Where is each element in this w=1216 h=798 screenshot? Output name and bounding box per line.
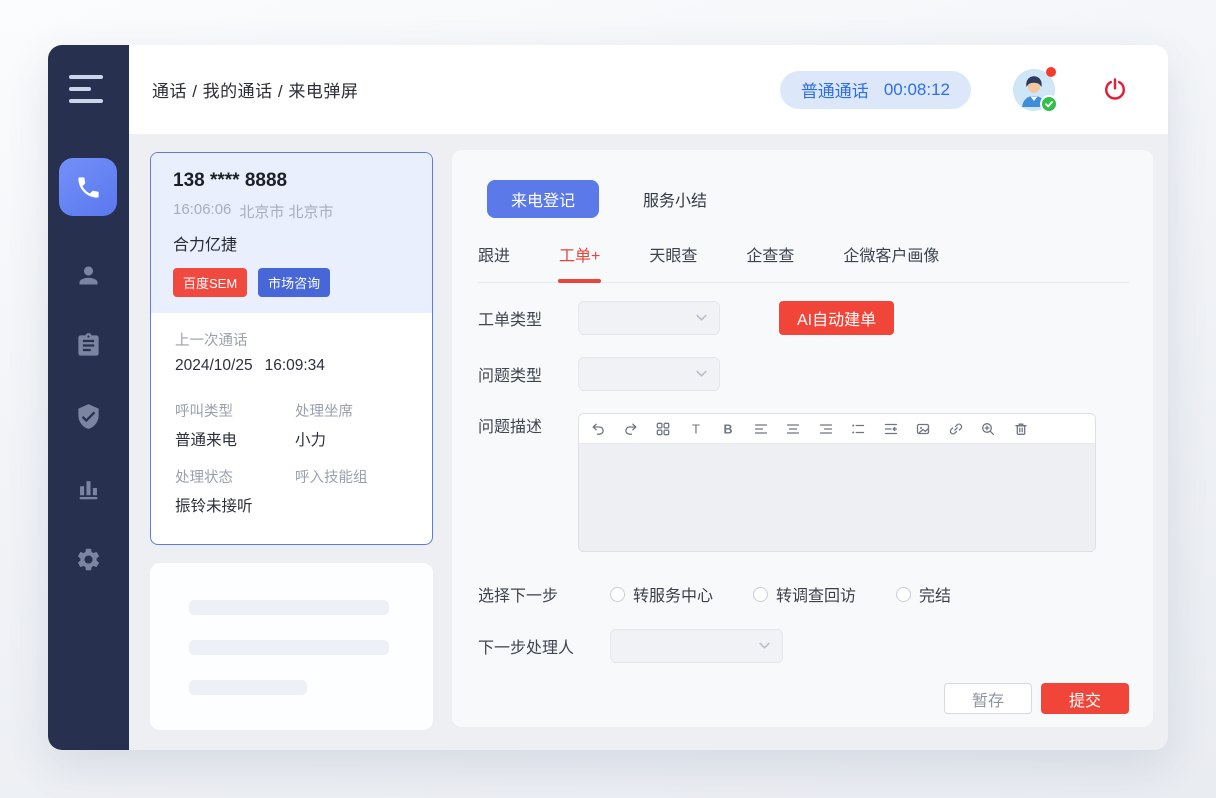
- next-step-label: 选择下一步: [478, 582, 610, 606]
- sub-tabs: 跟进 工单+ 天眼查 企查查 企微客户画像: [478, 242, 1129, 283]
- ticket-type-select[interactable]: [578, 301, 720, 335]
- svg-text:T: T: [692, 421, 700, 436]
- caller-tag: 百度SEM: [173, 268, 247, 297]
- breadcrumb: 通话 / 我的通话 / 来电弹屏: [152, 77, 358, 102]
- link-icon[interactable]: [948, 421, 964, 437]
- bold-icon[interactable]: B: [720, 421, 736, 437]
- call-status-label: 普通通话: [801, 77, 869, 102]
- issue-type-select[interactable]: [578, 357, 720, 391]
- subtab-tianyancha[interactable]: 天眼查: [649, 242, 697, 266]
- sidebar-item-reports[interactable]: [48, 468, 129, 508]
- field-label: 呼叫类型: [175, 400, 295, 421]
- caller-phone-number: 138 **** 8888: [173, 170, 410, 192]
- last-call-date: 2024/10/25: [175, 357, 253, 375]
- subtab-ticket[interactable]: 工单+: [559, 242, 600, 266]
- sidebar-item-settings[interactable]: [48, 539, 129, 579]
- topbar: 通话 / 我的通话 / 来电弹屏 普通通话 00:08:12: [129, 45, 1168, 135]
- phone-icon: [75, 174, 102, 201]
- svg-text:B: B: [723, 422, 732, 436]
- loading-placeholder-card: [150, 563, 433, 730]
- chevron-down-icon: [759, 637, 770, 655]
- radio-icon: [753, 587, 768, 602]
- caller-card-details: 上一次通话 2024/10/25 16:09:34 呼叫类型 处理坐席 普通来电…: [151, 313, 432, 532]
- editor-toolbar: T B: [579, 414, 1095, 444]
- undo-icon[interactable]: [590, 421, 606, 437]
- radio-transfer-service-center[interactable]: 转服务中心: [610, 582, 713, 606]
- tab-service-summary[interactable]: 服务小结: [643, 187, 707, 211]
- radio-transfer-survey-callback[interactable]: 转调查回访: [753, 582, 856, 606]
- chevron-down-icon: [696, 365, 707, 383]
- avatar[interactable]: [1013, 69, 1055, 111]
- user-icon: [75, 262, 102, 289]
- field-value: 振铃未接听: [175, 494, 295, 516]
- submit-button[interactable]: 提交: [1041, 683, 1129, 714]
- work-panel: 来电登记 服务小结 跟进 工单+ 天眼查 企查查 企微客户画像 工单类型 AI自…: [452, 150, 1153, 727]
- last-call-label: 上一次通话: [175, 329, 408, 350]
- subtab-follow-up[interactable]: 跟进: [478, 242, 510, 266]
- align-right-icon[interactable]: [818, 421, 834, 437]
- call-start-time: 16:06:06: [173, 201, 231, 222]
- skeleton-line: [189, 600, 389, 615]
- power-icon[interactable]: [1101, 76, 1129, 104]
- zoom-in-icon[interactable]: [980, 421, 996, 437]
- chevron-down-icon: [696, 309, 707, 327]
- image-icon[interactable]: [915, 421, 931, 437]
- text-icon[interactable]: T: [688, 421, 704, 437]
- next-handler-label: 下一步处理人: [478, 634, 610, 658]
- issue-description-editor[interactable]: [579, 444, 1095, 551]
- main-content: 138 **** 8888 16:06:06 北京市 北京市 合力亿捷 百度SE…: [129, 135, 1168, 750]
- radio-complete[interactable]: 完结: [896, 582, 951, 606]
- menu-toggle-icon[interactable]: [69, 75, 109, 111]
- field-label: 处理状态: [175, 466, 295, 487]
- sidebar-item-contacts[interactable]: [48, 255, 129, 295]
- issue-desc-label: 问题描述: [478, 413, 578, 443]
- tab-call-register[interactable]: 来电登记: [487, 180, 599, 218]
- skeleton-line: [189, 640, 389, 655]
- bar-chart-icon: [75, 475, 102, 502]
- ticket-type-label: 工单类型: [478, 306, 578, 330]
- field-label: 处理坐席: [295, 400, 408, 421]
- issue-type-label: 问题类型: [478, 362, 578, 386]
- sidebar-item-quality[interactable]: [48, 396, 129, 436]
- radio-icon: [610, 587, 625, 602]
- subtab-qichacha[interactable]: 企查查: [746, 242, 794, 266]
- trash-icon[interactable]: [1013, 421, 1029, 437]
- field-value: [295, 494, 408, 516]
- ai-auto-create-button[interactable]: AI自动建单: [779, 301, 894, 335]
- caller-company: 合力亿捷: [173, 231, 410, 255]
- indent-icon[interactable]: [883, 421, 899, 437]
- sidebar-item-calls[interactable]: [59, 158, 117, 216]
- gear-icon: [75, 546, 102, 573]
- save-draft-button[interactable]: 暂存: [944, 683, 1032, 714]
- caller-tag: 市场咨询: [258, 268, 330, 297]
- clipboard-icon: [75, 332, 102, 359]
- next-step-radio-group: 转服务中心 转调查回访 完结: [610, 582, 951, 606]
- caller-card-header: 138 **** 8888 16:06:06 北京市 北京市 合力亿捷 百度SE…: [151, 153, 432, 313]
- subtab-wecom-profile[interactable]: 企微客户画像: [843, 242, 939, 266]
- align-center-icon[interactable]: [785, 421, 801, 437]
- notification-dot: [1046, 67, 1056, 77]
- blocks-icon[interactable]: [655, 421, 671, 437]
- sidebar: [48, 45, 129, 750]
- field-value: 普通来电: [175, 428, 295, 450]
- call-timer: 00:08:12: [884, 80, 950, 100]
- last-call-time: 16:09:34: [265, 357, 325, 375]
- app-window: 通话 / 我的通话 / 来电弹屏 普通通话 00:08:12: [48, 45, 1168, 750]
- field-label: 呼入技能组: [295, 466, 408, 487]
- skeleton-line: [189, 680, 307, 695]
- redo-icon[interactable]: [623, 421, 639, 437]
- call-status-pill: 普通通话 00:08:12: [780, 71, 971, 109]
- list-icon[interactable]: [850, 421, 866, 437]
- rich-text-editor: T B: [578, 413, 1096, 552]
- align-left-icon[interactable]: [753, 421, 769, 437]
- shield-check-icon: [75, 403, 102, 430]
- field-value: 小力: [295, 428, 408, 450]
- caller-card: 138 **** 8888 16:06:06 北京市 北京市 合力亿捷 百度SE…: [150, 152, 433, 545]
- radio-icon: [896, 587, 911, 602]
- online-status-badge: [1040, 95, 1058, 113]
- caller-location: 北京市 北京市: [239, 201, 333, 222]
- sidebar-item-tasks[interactable]: [48, 325, 129, 365]
- next-handler-select[interactable]: [610, 629, 783, 663]
